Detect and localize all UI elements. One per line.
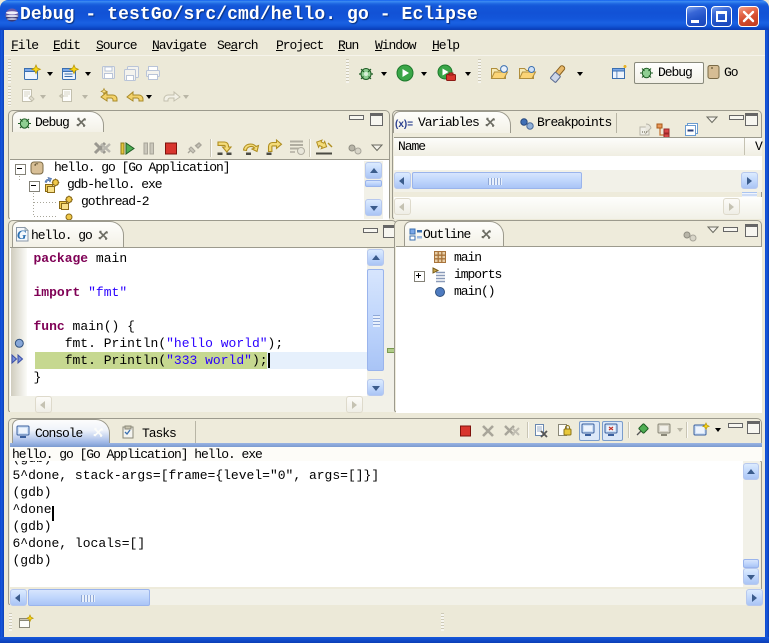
svg-text:(x)=: (x)= [395, 119, 413, 130]
svg-text:G: G [17, 227, 27, 242]
